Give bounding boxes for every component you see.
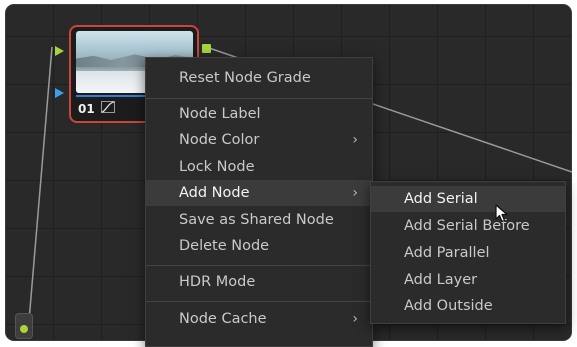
submenu-item-add-serial[interactable]: Add Serial: [371, 186, 565, 212]
connection-line-input: [28, 46, 53, 322]
submenu-item-label: Add Parallel: [404, 245, 490, 261]
menu-item-label: Node Label: [179, 106, 261, 122]
menu-separator: [146, 301, 372, 302]
rgb-input-port[interactable]: [55, 46, 64, 56]
menu-item-delete-node[interactable]: Delete Node: [146, 233, 372, 259]
menu-item-hdr-mode[interactable]: HDR Mode: [146, 269, 372, 295]
submenu-item-label: Add Outside: [404, 298, 493, 314]
menu-item-save-as-shared-node[interactable]: Save as Shared Node: [146, 207, 372, 233]
menu-item-label: Node Cache: [179, 311, 267, 327]
menu-item-lock-node[interactable]: Lock Node: [146, 154, 372, 180]
curves-icon: [101, 101, 115, 116]
submenu-item-label: Add Serial: [404, 191, 478, 207]
menu-item-label: Add Node: [179, 185, 250, 201]
node-context-menu: Reset Node Grade Node Label Node Color ›…: [145, 57, 373, 347]
submenu-item-add-outside[interactable]: Add Outside: [371, 293, 565, 319]
menu-item-label: Node Color: [179, 132, 260, 148]
submenu-item-add-serial-before[interactable]: Add Serial Before: [371, 213, 565, 239]
menu-separator: [146, 98, 372, 99]
key-input-port[interactable]: [55, 88, 64, 98]
rgb-output-port[interactable]: [202, 44, 211, 53]
source-output-dot: [20, 325, 28, 333]
add-node-submenu: Add Serial Add Serial Before Add Paralle…: [370, 181, 566, 324]
source-input-node[interactable]: [15, 313, 33, 339]
chevron-right-icon: ›: [352, 185, 358, 201]
menu-item-label: HDR Mode: [179, 274, 256, 290]
menu-item-node-color[interactable]: Node Color ›: [146, 127, 372, 153]
menu-item-label: Reset Node Grade: [179, 70, 311, 86]
menu-item-node-cache[interactable]: Node Cache ›: [146, 306, 372, 332]
submenu-item-add-layer[interactable]: Add Layer: [371, 267, 565, 293]
menu-item-label: Lock Node: [179, 159, 255, 175]
menu-separator: [146, 265, 372, 266]
submenu-item-add-parallel[interactable]: Add Parallel: [371, 240, 565, 266]
submenu-item-label: Add Layer: [404, 272, 478, 288]
mouse-pointer-icon: [495, 204, 511, 228]
chevron-right-icon: ›: [352, 311, 358, 327]
menu-item-reset-node-grade[interactable]: Reset Node Grade: [146, 65, 372, 91]
node-number: 01: [78, 102, 95, 116]
menu-item-node-label[interactable]: Node Label: [146, 101, 372, 127]
chevron-right-icon: ›: [352, 132, 358, 148]
menu-item-label: Delete Node: [179, 238, 270, 254]
menu-item-label: Save as Shared Node: [179, 212, 334, 228]
menu-item-add-node[interactable]: Add Node ›: [146, 180, 372, 206]
